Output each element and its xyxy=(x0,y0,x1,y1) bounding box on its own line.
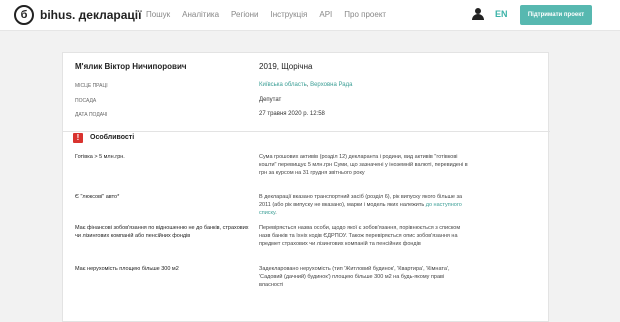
feature-desc-cash: Сума грошових активів (розділ 12) деклар… xyxy=(259,154,468,176)
features-title: Особливості xyxy=(90,134,135,141)
feature-label-luxury-cars: Є "люксові" авто* xyxy=(75,194,120,200)
feature-desc-real-estate: Задекларовано нерухомість (тип 'Житловий… xyxy=(259,266,450,288)
section-divider xyxy=(63,131,550,132)
position-value: Депутат xyxy=(259,97,282,103)
declaration-year-type: 2019, Щорічна xyxy=(259,62,313,71)
support-project-button[interactable]: Підтримати проект xyxy=(520,5,592,25)
nav-about[interactable]: Про проект xyxy=(344,10,386,19)
workplace-org-link[interactable]: Верховна Рада xyxy=(310,82,352,88)
feature-label-real-estate: Має нерухомість площею більше 300 м2 xyxy=(75,266,179,272)
feature-label-cash: Готівка > 5 млн.грн. xyxy=(75,154,125,160)
logo-icon[interactable]: б xyxy=(14,5,34,25)
nav-analytics[interactable]: Аналітика xyxy=(182,10,219,19)
feature-desc-luxury-cars: В декларації вказано транспортний засіб … xyxy=(259,193,469,217)
nav-api[interactable]: API xyxy=(319,10,332,19)
date-label: ДАТА ПОДАЧІ xyxy=(75,112,108,118)
declarant-name: М'ялик Віктор Ничипорович xyxy=(75,62,187,71)
feature-desc-obligations: Перевіряється назва особи, щодо якої є з… xyxy=(259,225,461,247)
feature-label-obligations: Має фінансові зобов'язання по відношенню… xyxy=(75,225,249,239)
nav-regions[interactable]: Регіони xyxy=(231,10,258,19)
user-icon[interactable] xyxy=(472,8,484,21)
workplace-value: Київська область, Верховна Рада xyxy=(259,82,352,88)
workplace-region-link[interactable]: Київська область xyxy=(259,82,307,88)
workplace-label: МІСЦЕ ПРАЦІ xyxy=(75,83,108,89)
main-nav: Пошук Аналітика Регіони Інструкція API П… xyxy=(146,10,398,19)
language-switch[interactable]: EN xyxy=(495,9,508,19)
top-navbar: б bihus. декларації Пошук Аналітика Регі… xyxy=(0,0,620,31)
brand-name[interactable]: bihus. декларації xyxy=(40,8,142,22)
date-value: 27 травня 2020 р. 12:58 xyxy=(259,111,325,117)
warning-icon: ! xyxy=(73,133,83,143)
declaration-card: М'ялик Віктор Ничипорович 2019, Щорічна … xyxy=(62,52,550,322)
nav-instructions[interactable]: Інструкція xyxy=(271,10,308,19)
nav-search[interactable]: Пошук xyxy=(146,10,170,19)
position-label: ПОСАДА xyxy=(75,98,97,104)
feature-desc-luxury-cars-end: . xyxy=(275,210,277,216)
user-icon-body xyxy=(472,14,484,20)
